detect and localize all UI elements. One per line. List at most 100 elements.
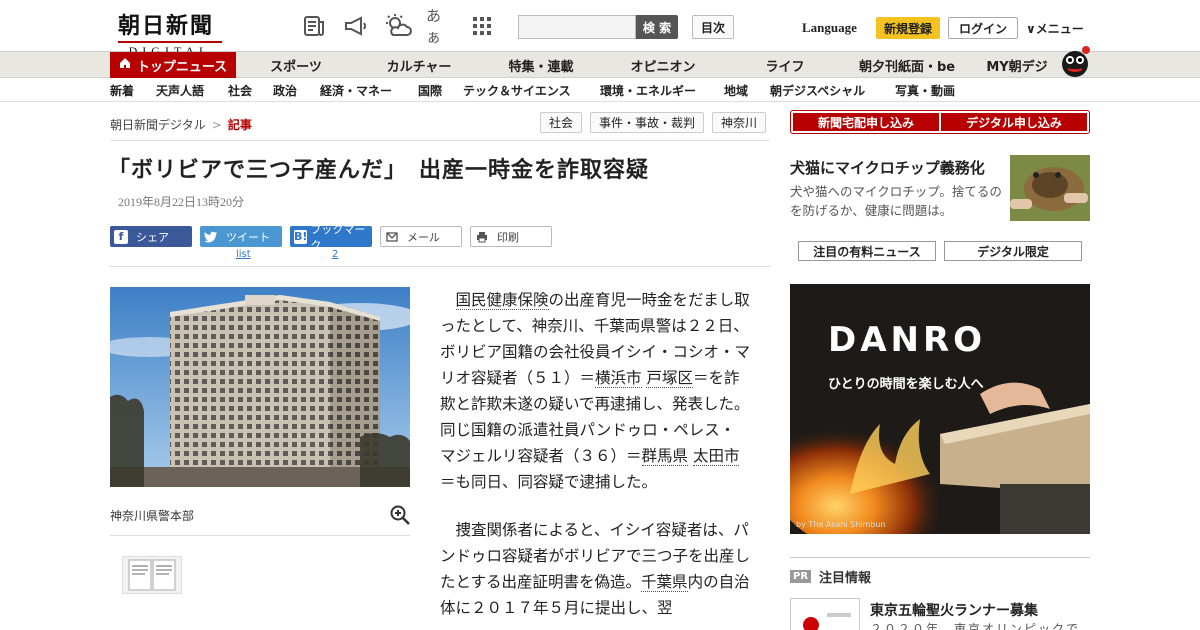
newspaper-icon[interactable]	[300, 12, 328, 40]
nav-features[interactable]: 特集・連載	[496, 52, 586, 78]
sidebar-feature-text[interactable]: 犬や猫へのマイクロチップ。捨てるのを防げるか、健康に問題は。	[790, 182, 1005, 220]
pr-thumbnail[interactable]	[790, 598, 860, 630]
subnav-environment[interactable]: 環境・エネルギー	[600, 78, 696, 102]
tab-digital-only[interactable]: デジタル限定	[944, 241, 1082, 261]
facebook-share-label: シェア	[136, 230, 169, 244]
nav-my-asahi[interactable]: MY朝デジ	[980, 52, 1054, 78]
subnav-tenseijingo[interactable]: 天声人語	[156, 78, 204, 102]
main-nav: トップニュース スポーツ カルチャー 特集・連載 オピニオン ライフ 朝夕刊紙面…	[0, 52, 1200, 78]
digital-subscribe-button[interactable]: デジタル申し込み	[941, 113, 1087, 131]
hatena-bookmark-button[interactable]: B! ブックマーク	[290, 223, 372, 252]
zoom-icon[interactable]	[390, 505, 410, 525]
signup-button[interactable]: 新規登録	[876, 17, 940, 39]
subnav-politics[interactable]: 政治	[273, 78, 297, 102]
home-icon	[119, 57, 131, 73]
nav-life[interactable]: ライフ	[750, 52, 820, 78]
nav-sports[interactable]: スポーツ	[256, 52, 336, 78]
tab-paid-news[interactable]: 注目の有料ニュース	[798, 241, 936, 261]
mascot-icon[interactable]	[1058, 44, 1092, 78]
article-photo[interactable]	[110, 287, 410, 487]
font-size-glyph: あぁ	[426, 7, 442, 46]
nav-top-news-label: トップニュース	[136, 59, 228, 75]
twitter-share-button[interactable]: ツイート	[200, 226, 282, 247]
printer-icon	[475, 230, 489, 244]
subnav-new[interactable]: 新着	[110, 78, 134, 102]
search-button[interactable]: 検 索	[636, 15, 678, 39]
keyword-link[interactable]: 千葉県	[641, 573, 688, 592]
site-header: 朝日新聞 DIGITAL あぁ 検 索 目次 Language 新規登録 ログイ…	[0, 0, 1200, 58]
pr-label: 注目情報	[819, 571, 872, 586]
sidebar-tabs: 注目の有料ニュース デジタル限定	[798, 241, 1082, 261]
menu-button[interactable]: ∨メニュー	[1026, 20, 1084, 37]
pr-section-header: PR 注目情報	[790, 567, 871, 586]
header-icons: あぁ	[300, 7, 496, 46]
pr-title[interactable]: 東京五輪聖火ランナー募集	[870, 600, 1038, 620]
page: 朝日新聞 DIGITAL あぁ 検 索 目次 Language 新規登録 ログイ…	[0, 0, 1200, 630]
facebook-icon: f	[114, 229, 128, 244]
subnav-international[interactable]: 国際	[418, 78, 442, 102]
ad-credit: by The Asahi Shimbun	[796, 520, 886, 529]
keyword-link[interactable]: 戸塚区	[646, 369, 693, 388]
twitter-share-label: ツイート	[226, 230, 270, 244]
language-link[interactable]: Language	[802, 20, 857, 36]
ad-banner[interactable]: DANRO ひとりの時間を楽しむ人へ by The Asahi Shimbun	[790, 284, 1090, 534]
keyword-link[interactable]: 横浜市	[595, 369, 642, 388]
index-button[interactable]: 目次	[692, 15, 734, 39]
hatena-icon: B!	[294, 229, 308, 244]
divider	[110, 266, 770, 267]
pr-badge: PR	[790, 570, 812, 583]
weather-icon[interactable]	[384, 12, 412, 40]
megaphone-icon[interactable]	[342, 12, 370, 40]
subnav-photo[interactable]: 写真・動画	[895, 78, 955, 102]
article-paragraph: 国民健康保険の出産育児一時金をだまし取ったとして、神奈川、千葉両県警は２２日、ボ…	[440, 291, 751, 491]
mail-share-button[interactable]: メール	[380, 226, 462, 247]
breadcrumb-home[interactable]: 朝日新聞デジタル	[110, 118, 206, 132]
print-label: 印刷	[497, 230, 519, 244]
print-button[interactable]: 印刷	[470, 226, 552, 247]
login-button[interactable]: ログイン	[948, 17, 1018, 39]
nav-top-news[interactable]: トップニュース	[110, 52, 236, 78]
twitter-count[interactable]: list	[236, 249, 251, 260]
tag-society[interactable]: 社会	[540, 112, 583, 133]
subnav-region[interactable]: 地域	[724, 78, 748, 102]
divider	[110, 140, 770, 141]
nav-opinion[interactable]: オピニオン	[618, 52, 708, 78]
sub-nav: 新着 天声人語 社会 政治 経済・マネー 国際 テック＆サイエンス 環境・エネル…	[0, 78, 1200, 102]
subnav-economy[interactable]: 経済・マネー	[320, 78, 392, 102]
article-paragraph: 捜査関係者によると、イシイ容疑者は、パンドゥロ容疑者がボリビアで三つ子を出産した…	[440, 521, 751, 617]
keyword-link[interactable]: 太田市	[692, 447, 740, 466]
ad-logo: DANRO	[828, 320, 987, 360]
subnav-special[interactable]: 朝デジスペシャル	[770, 78, 865, 102]
mail-share-label: メール	[407, 230, 440, 244]
hatena-count[interactable]: 2	[332, 249, 338, 260]
hatena-bookmark-label: ブックマーク	[310, 222, 366, 252]
search-box: 検 索	[518, 15, 678, 39]
sidebar-feature-title[interactable]: 犬猫にマイクロチップ義務化	[790, 157, 985, 178]
divider	[790, 557, 1090, 558]
subnav-society[interactable]: 社会	[228, 78, 252, 102]
tag-incidents[interactable]: 事件・事故・裁判	[590, 112, 705, 133]
subscribe-bar: 新聞宅配申し込み デジタル申し込み	[790, 110, 1090, 134]
keyword-link[interactable]: 国民健康保険	[455, 291, 549, 310]
logo-main-text: 朝日新聞	[118, 13, 215, 39]
twitter-icon	[204, 230, 218, 244]
pr-text: ２０２０年、東京オリンピックで	[870, 622, 1081, 630]
breadcrumb-current: 記事	[227, 118, 252, 132]
photo-caption: 神奈川県警本部	[110, 509, 195, 523]
tag-kanagawa[interactable]: 神奈川	[712, 112, 767, 133]
keyword-link[interactable]: 群馬県	[641, 447, 689, 466]
apps-grid-icon[interactable]	[468, 12, 496, 40]
ad-tagline: ひとりの時間を楽しむ人へ	[828, 377, 984, 392]
nav-paper[interactable]: 朝夕刊紙面・be	[850, 52, 964, 78]
sidebar-feature-image[interactable]	[1010, 155, 1090, 221]
breadcrumb-separator: >	[211, 118, 222, 132]
nav-culture[interactable]: カルチャー	[376, 52, 462, 78]
article-title: 「ボリビアで三つ子産んだ」 出産一時金を詐取容疑	[108, 158, 650, 183]
newspaper-subscribe-button[interactable]: 新聞宅配申し込み	[793, 113, 939, 131]
mail-icon	[385, 230, 399, 244]
search-input[interactable]	[518, 15, 636, 39]
subnav-tech[interactable]: テック＆サイエンス	[463, 78, 571, 102]
photo-thumbnail[interactable]	[122, 556, 182, 594]
font-size-icon[interactable]: あぁ	[426, 7, 454, 46]
facebook-share-button[interactable]: f シェア	[110, 226, 192, 247]
